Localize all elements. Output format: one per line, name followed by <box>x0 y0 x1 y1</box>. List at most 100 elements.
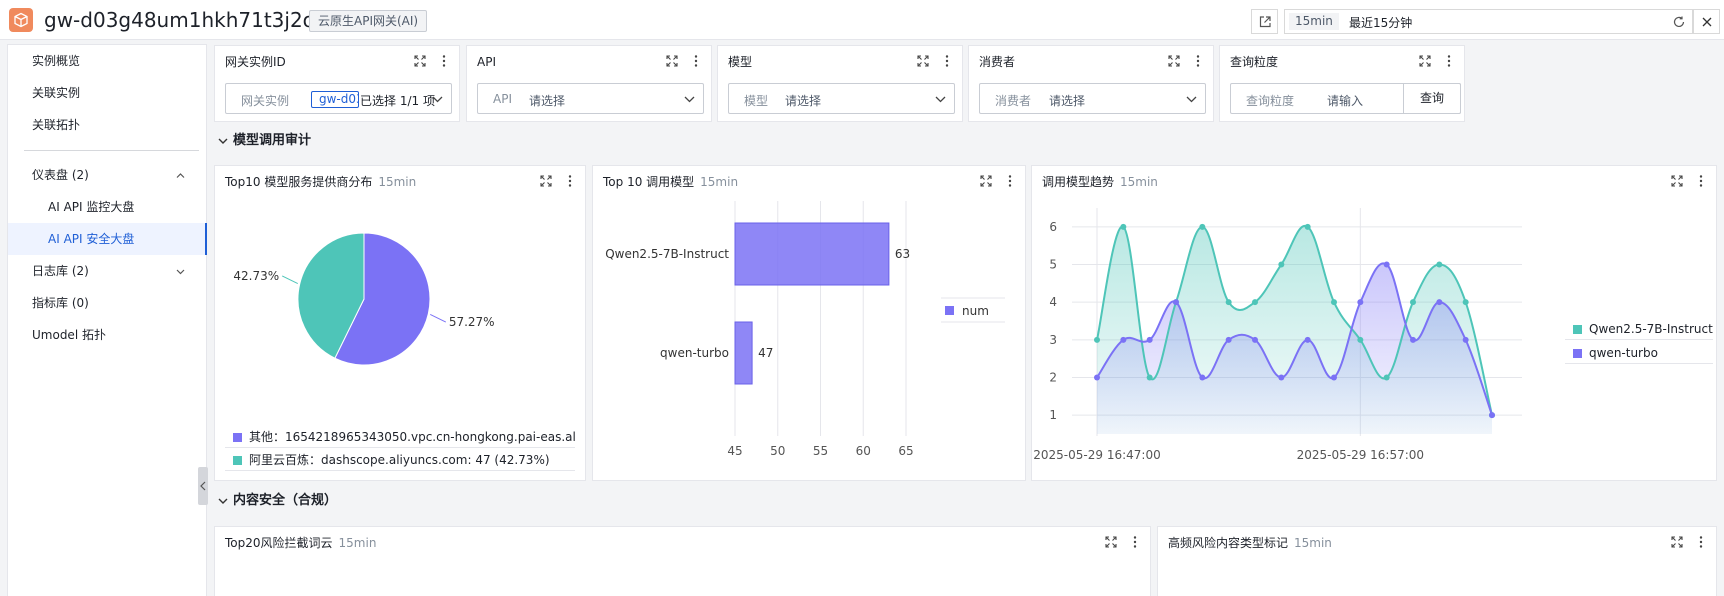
x-tick-label: 65 <box>898 444 913 458</box>
sidebar-item-ai-api-security[interactable]: AI API 安全大盘 <box>8 223 207 255</box>
filter-api-panel: API API 请选择 <box>466 45 712 122</box>
panel-title: 高频风险内容类型标记 15min <box>1168 535 1332 551</box>
pie-percent-label: 42.73% <box>233 269 279 283</box>
y-tick-label: 5 <box>1049 258 1057 272</box>
fullscreen-icon[interactable] <box>413 54 427 68</box>
gateway-select[interactable]: 网关实例 gw-d03g48um1hkh71t3j2o0 已选择 1/1 项 <box>225 83 452 114</box>
filter-label: 网关实例 <box>241 94 290 108</box>
more-icon[interactable] <box>437 54 451 68</box>
data-point <box>1304 223 1311 230</box>
granularity-input[interactable]: 查询粒度 请输入 查询 <box>1230 83 1461 114</box>
data-point <box>1331 299 1337 306</box>
data-point <box>1462 299 1469 306</box>
sidebar-item-metricstores[interactable]: 指标库 (0) <box>8 287 207 319</box>
pie-label-line <box>430 313 447 323</box>
fullscreen-icon[interactable] <box>665 54 679 68</box>
chevron-down-icon[interactable] <box>218 496 228 506</box>
more-icon[interactable] <box>689 54 703 68</box>
y-category-label: Qwen2.5-7B-Instruct <box>605 247 729 261</box>
sidebar: 实例概览 关联实例 关联拓扑 仪表盘 (2) AI API 监控大盘 AI AP… <box>7 44 207 596</box>
filter-title: 模型 <box>728 55 753 69</box>
bar-chart: 45 50 55 60 65 Qwen2.5-7B-Instruct 63 qwen-turb… <box>605 201 1005 458</box>
query-button[interactable]: 查询 <box>1403 83 1461 114</box>
data-point <box>1225 336 1232 343</box>
cube-logo-icon <box>9 8 33 32</box>
x-tick-label: 50 <box>770 444 785 458</box>
external-link-icon <box>1259 15 1271 27</box>
time-range-picker[interactable]: 15min 最近15分钟 <box>1284 9 1696 34</box>
panel-title-text: Top10 模型服务提供商分布 <box>225 175 373 189</box>
more-icon[interactable] <box>563 174 577 188</box>
more-icon[interactable] <box>1694 174 1708 188</box>
api-select[interactable]: API 请选择 <box>477 83 704 114</box>
top-header: gw-d03g48um1hkh71t3j2o0 云原生API网关(AI) 15m… <box>0 0 1724 40</box>
more-icon[interactable] <box>1694 535 1708 549</box>
panel-title: 调用模型趋势 15min <box>1042 174 1158 190</box>
legend-label: 其他：1654218965343050.vpc.cn-hongkong.pai-… <box>249 430 575 444</box>
y-tick-label: 6 <box>1049 220 1057 234</box>
sidebar-item-dashboards[interactable]: 仪表盘 (2) <box>8 159 207 191</box>
chevron-down-icon[interactable] <box>218 136 228 146</box>
sidebar-item-related-instances[interactable]: 关联实例 <box>8 77 207 109</box>
panel-title-text: Top 10 调用模型 <box>603 175 695 189</box>
more-icon[interactable] <box>1003 174 1017 188</box>
fullscreen-icon[interactable] <box>1167 54 1181 68</box>
legend-swatch <box>1573 349 1582 358</box>
data-point <box>1489 412 1495 419</box>
filter-placeholder: 请选择 <box>529 94 566 108</box>
sidebar-item-ai-api-monitor[interactable]: AI API 监控大盘 <box>8 191 207 223</box>
panel-period: 15min <box>338 536 377 550</box>
sidebar-item-overview[interactable]: 实例概览 <box>8 45 207 77</box>
fullscreen-icon[interactable] <box>1418 54 1432 68</box>
legend-swatch <box>945 306 954 315</box>
data-point <box>1199 223 1206 230</box>
external-link-button[interactable] <box>1251 9 1278 34</box>
legend-label: 阿里云百炼：dashscope.aliyuncs.com: 47 (42.73%… <box>249 453 550 467</box>
more-icon[interactable] <box>940 54 954 68</box>
filter-label: 消费者 <box>995 94 1032 108</box>
more-icon[interactable] <box>1191 54 1205 68</box>
pie-legend-item[interactable]: 阿里云百炼：dashscope.aliyuncs.com: 47 (42.73%… <box>225 449 575 471</box>
panel-title-text: Top20风险拦截词云 <box>225 536 333 550</box>
trend-legend-item[interactable]: qwen-turbo <box>1565 342 1713 364</box>
data-point <box>1199 374 1206 381</box>
bar-value-label: 47 <box>758 346 773 360</box>
instance-type-tag: 云原生API网关(AI) <box>309 10 428 32</box>
chevron-down-icon <box>684 96 695 103</box>
filter-label: 模型 <box>744 94 769 108</box>
consumer-select[interactable]: 消费者 请选择 <box>979 83 1206 114</box>
fullscreen-icon[interactable] <box>1104 535 1118 549</box>
data-point <box>1357 299 1364 306</box>
refresh-button[interactable] <box>1666 9 1693 34</box>
more-icon[interactable] <box>1128 535 1142 549</box>
x-tick-label: 2025-05-29 16:47:00 <box>1033 448 1160 462</box>
filter-granularity-panel: 查询粒度 查询粒度 请输入 查询 <box>1219 45 1465 122</box>
fullscreen-icon[interactable] <box>1670 535 1684 549</box>
bar <box>734 321 753 385</box>
sidebar-item-logstores[interactable]: 日志库 (2) <box>8 255 207 287</box>
data-point <box>1146 374 1153 381</box>
x-tick-label: 2025-05-29 16:57:00 <box>1297 448 1424 462</box>
sidebar-item-related-topology[interactable]: 关联拓扑 <box>8 109 207 141</box>
model-select[interactable]: 模型 请选择 <box>728 83 955 114</box>
fullscreen-icon[interactable] <box>539 174 553 188</box>
y-tick-label: 1 <box>1049 408 1057 422</box>
pie-legend-item[interactable]: 其他：1654218965343050.vpc.cn-hongkong.pai-… <box>225 426 575 448</box>
fullscreen-icon[interactable] <box>1670 174 1684 188</box>
panel-title: Top 10 调用模型 15min <box>603 174 738 190</box>
data-point <box>1225 299 1232 306</box>
gateway-chip[interactable]: gw-d03g48um1hkh71t3j2o0 <box>311 91 359 108</box>
panel-title-text: 高频风险内容类型标记 <box>1168 536 1289 550</box>
more-icon[interactable] <box>1442 54 1456 68</box>
fullscreen-icon[interactable] <box>979 174 993 188</box>
data-point <box>1094 374 1100 381</box>
sidebar-item-umodel-topology[interactable]: Umodel 拓扑 <box>8 319 207 351</box>
sidebar-collapse-handle[interactable] <box>198 467 208 505</box>
trend-legend-item[interactable]: Qwen2.5-7B-Instruct <box>1565 318 1713 340</box>
close-button[interactable] <box>1693 9 1720 34</box>
fullscreen-icon[interactable] <box>916 54 930 68</box>
data-point <box>1094 336 1100 343</box>
filter-consumer-panel: 消费者 消费者 请选择 <box>968 45 1214 122</box>
pie-label-line <box>281 275 298 285</box>
data-point <box>1410 336 1416 343</box>
